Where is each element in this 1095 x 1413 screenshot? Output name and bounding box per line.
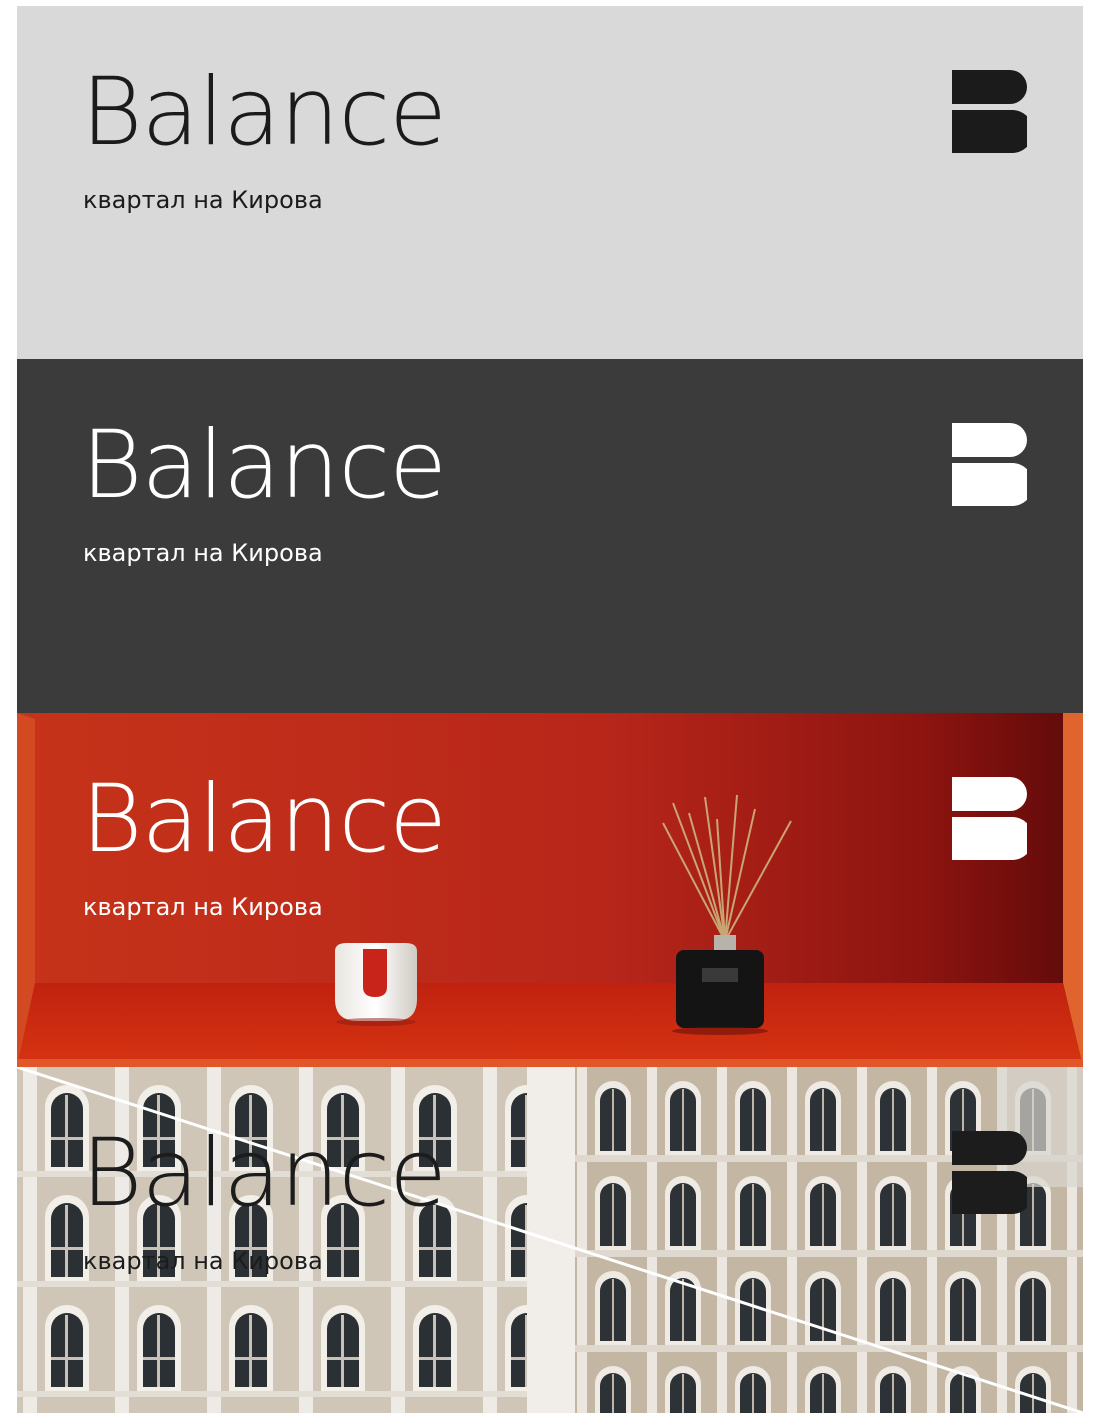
brand-wordmark: Balance	[81, 1119, 447, 1228]
brand-wordmark: Balance	[81, 58, 447, 167]
b-logo-mark-icon	[952, 70, 1027, 153]
logo-board-light: Balance квартал на Кирова	[17, 6, 1083, 360]
brand-wordmark: Balance	[81, 765, 447, 874]
brand-tagline: квартал на Кирова	[83, 893, 323, 921]
brand-tagline: квартал на Кирова	[83, 186, 323, 214]
logo-board-building-photo: Balance квартал на Кирова	[17, 1067, 1083, 1413]
b-logo-mark-icon	[952, 423, 1027, 506]
b-logo-mark-icon	[952, 777, 1027, 860]
logo-board-dark: Balance квартал на Кирова	[17, 359, 1083, 713]
b-logo-mark-icon	[952, 1131, 1027, 1214]
brand-wordmark: Balance	[81, 411, 447, 520]
brand-tagline: квартал на Кирова	[83, 1247, 323, 1275]
logo-board-red-photo: Balance квартал на Кирова	[17, 713, 1083, 1067]
brand-tagline: квартал на Кирова	[83, 539, 323, 567]
